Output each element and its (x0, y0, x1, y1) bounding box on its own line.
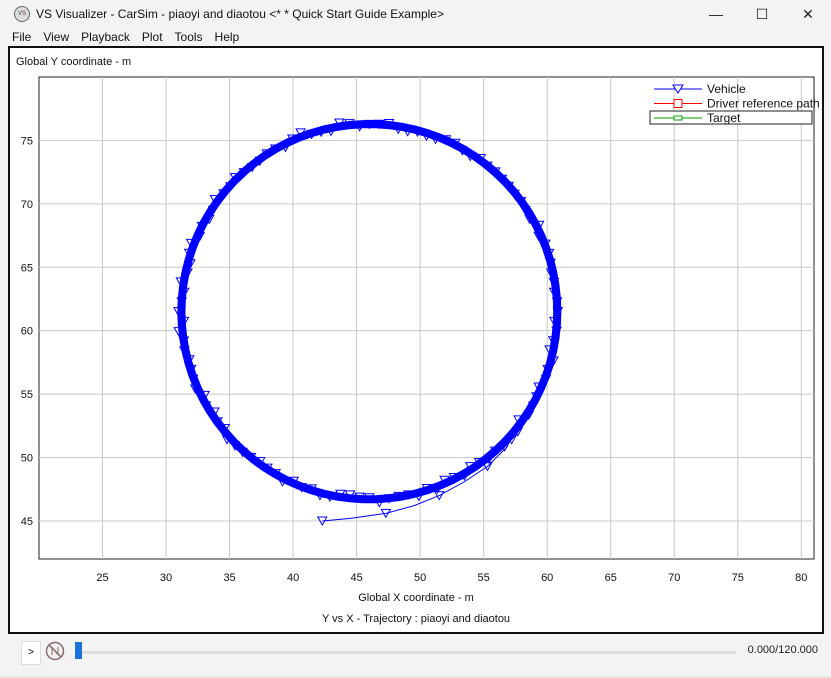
y-tick-label: 50 (21, 453, 33, 465)
x-tick-label: 50 (414, 572, 426, 584)
x-tick-label: 80 (795, 572, 807, 584)
y-tick-label: 60 (21, 326, 33, 338)
x-tick-label: 40 (287, 572, 299, 584)
trajectory-plot: 25 30 35 40 45 50 55 60 65 70 75 80 45 50 55 60 65 70 75 Ve… (21, 76, 820, 584)
x-tick-label: 70 (668, 572, 680, 584)
visualizer-window: VS VS Visualizer - CarSim - piaoyi and d… (0, 0, 831, 676)
x-tick-label: 35 (223, 572, 235, 584)
x-tick-label: 25 (96, 572, 108, 584)
y-tick-label: 70 (21, 199, 33, 211)
x-tick-label: 60 (541, 572, 553, 584)
legend-label: Target (707, 111, 741, 125)
y-tick-label: 75 (21, 135, 33, 147)
legend-label: Driver reference path (707, 97, 820, 111)
play-button[interactable]: > (21, 641, 41, 665)
legend-square-marker (673, 99, 683, 108)
x-tick-label: 30 (160, 572, 172, 584)
playback-bar: > 0.000/120.000 (8, 634, 822, 668)
x-tick-label: 55 (478, 572, 490, 584)
legend-square-marker (673, 115, 683, 121)
x-tick-label: 75 (732, 572, 744, 584)
y-tick-label: 45 (21, 516, 33, 528)
chart-title: Y vs X - Trajectory : piaoyi and diaotou (321, 613, 511, 625)
plot-frame: 25 30 35 40 45 50 55 60 65 70 75 80 45 50 55 60 65 70 75 Ve… (8, 46, 824, 634)
x-tick-label: 65 (605, 572, 617, 584)
y-axis-label: Global Y coordinate - m (16, 56, 132, 68)
no-sound-icon[interactable] (45, 641, 65, 661)
legend-label: Vehicle (707, 82, 746, 96)
x-axis-label: Global X coordinate - m (358, 592, 474, 604)
y-tick-label: 55 (21, 389, 33, 401)
x-tick-label: 45 (350, 572, 362, 584)
playback-slider[interactable] (81, 651, 736, 654)
y-tick-label: 65 (21, 262, 33, 274)
slider-thumb[interactable] (75, 642, 82, 659)
time-readout: 0.000/120.000 (747, 644, 818, 656)
